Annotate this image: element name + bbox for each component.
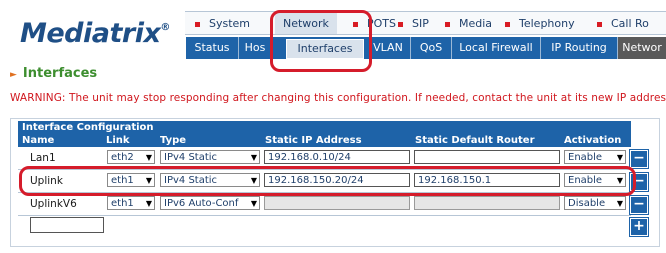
chevron-down-icon: ▼ (250, 153, 257, 162)
bullet-icon (195, 21, 200, 27)
tab-vlan[interactable]: VLAN (366, 37, 411, 59)
row-name: UplinkV6 (30, 198, 77, 210)
tab-interfaces[interactable]: Interfaces (286, 39, 364, 59)
bullet-icon (353, 21, 358, 27)
chevron-down-icon: ▼ (145, 199, 152, 208)
static-router-field[interactable] (414, 150, 560, 164)
topnav-telephony[interactable]: Telephony (505, 17, 575, 30)
chevron-down-icon: ▼ (250, 199, 257, 208)
topnav-pots[interactable]: POTS (353, 17, 396, 30)
chevron-down-icon: ▼ (250, 176, 257, 185)
tab-local-firewall[interactable]: Local Firewall (452, 37, 541, 59)
link-select[interactable]: eth1 ▼ (107, 196, 155, 210)
page-title: ► Interfaces (10, 66, 98, 81)
type-select[interactable]: IPv6 Auto-Conf ▼ (160, 196, 260, 210)
bullet-icon (445, 21, 450, 27)
tab-qos[interactable]: QoS (411, 37, 452, 59)
activation-select[interactable]: Disable ▼ (564, 196, 626, 210)
col-type: Type (160, 135, 187, 146)
tab-ip-routing[interactable]: IP Routing (541, 37, 618, 59)
static-ip-field[interactable]: 192.168.0.10/24 (264, 150, 410, 164)
sub-navigation: Status Hos Interfaces VLAN QoS Local Fir… (186, 37, 666, 59)
col-name: Name (22, 135, 55, 146)
link-select[interactable]: eth1 ▼ (107, 173, 155, 187)
type-select[interactable]: IPv4 Static ▼ (160, 173, 260, 187)
remove-row-button[interactable]: − (630, 150, 648, 168)
table-header: Interface Configuration Name Link Type S… (18, 121, 631, 147)
tab-hosts[interactable]: Hos (239, 37, 272, 59)
topnav-system[interactable]: System (195, 17, 250, 30)
new-interface-name-input[interactable] (30, 217, 104, 233)
activation-select[interactable]: Enable ▼ (564, 173, 626, 187)
static-router-field[interactable] (414, 196, 560, 210)
arrow-right-icon: ► (10, 70, 17, 80)
tab-status[interactable]: Status (186, 37, 239, 59)
table-row: Uplink eth1 ▼ IPv4 Static ▼ 192.168.150.20… (18, 170, 631, 193)
col-ip: Static IP Address (265, 135, 362, 146)
top-navigation: System Network POTS SIP Media Telephony … (185, 11, 666, 35)
topnav-call-router[interactable]: Call Ro (597, 17, 649, 30)
bullet-icon (505, 21, 510, 27)
chevron-down-icon: ▼ (616, 199, 623, 208)
col-activation: Activation (564, 135, 622, 146)
table-row: UplinkV6 eth1 ▼ IPv6 Auto-Conf ▼ Disable ▼ (18, 193, 631, 216)
chevron-down-icon: ▼ (616, 176, 623, 185)
warning-message: WARNING: The unit may stop responding af… (10, 92, 666, 104)
chevron-down-icon: ▼ (145, 176, 152, 185)
bullet-icon (597, 21, 602, 27)
static-router-field[interactable]: 192.168.150.1 (414, 173, 560, 187)
tab-network-more[interactable]: Networ (618, 37, 666, 59)
col-link: Link (106, 135, 130, 146)
remove-row-button[interactable]: − (630, 196, 648, 214)
topnav-network[interactable]: Network (275, 13, 337, 34)
topnav-sip[interactable]: SIP (398, 17, 429, 30)
topnav-media[interactable]: Media (445, 17, 492, 30)
static-ip-field[interactable]: 192.168.150.20/24 (264, 173, 410, 187)
col-router: Static Default Router (415, 135, 535, 146)
row-name: Uplink (30, 175, 63, 187)
table-row: Lan1 eth2 ▼ IPv4 Static ▼ 192.168.0.10/24 … (18, 147, 631, 170)
table-title: Interface Configuration (22, 122, 154, 133)
bullet-icon (398, 21, 403, 27)
link-select[interactable]: eth2 ▼ (107, 150, 155, 164)
mediatrix-logo: Mediatrix® (20, 18, 170, 49)
add-row-button[interactable]: + (630, 218, 648, 236)
remove-row-button[interactable]: − (630, 173, 648, 191)
type-select[interactable]: IPv4 Static ▼ (160, 150, 260, 164)
static-ip-field[interactable] (264, 196, 410, 210)
chevron-down-icon: ▼ (616, 153, 623, 162)
row-name: Lan1 (30, 152, 56, 164)
activation-select[interactable]: Enable ▼ (564, 150, 626, 164)
chevron-down-icon: ▼ (145, 153, 152, 162)
